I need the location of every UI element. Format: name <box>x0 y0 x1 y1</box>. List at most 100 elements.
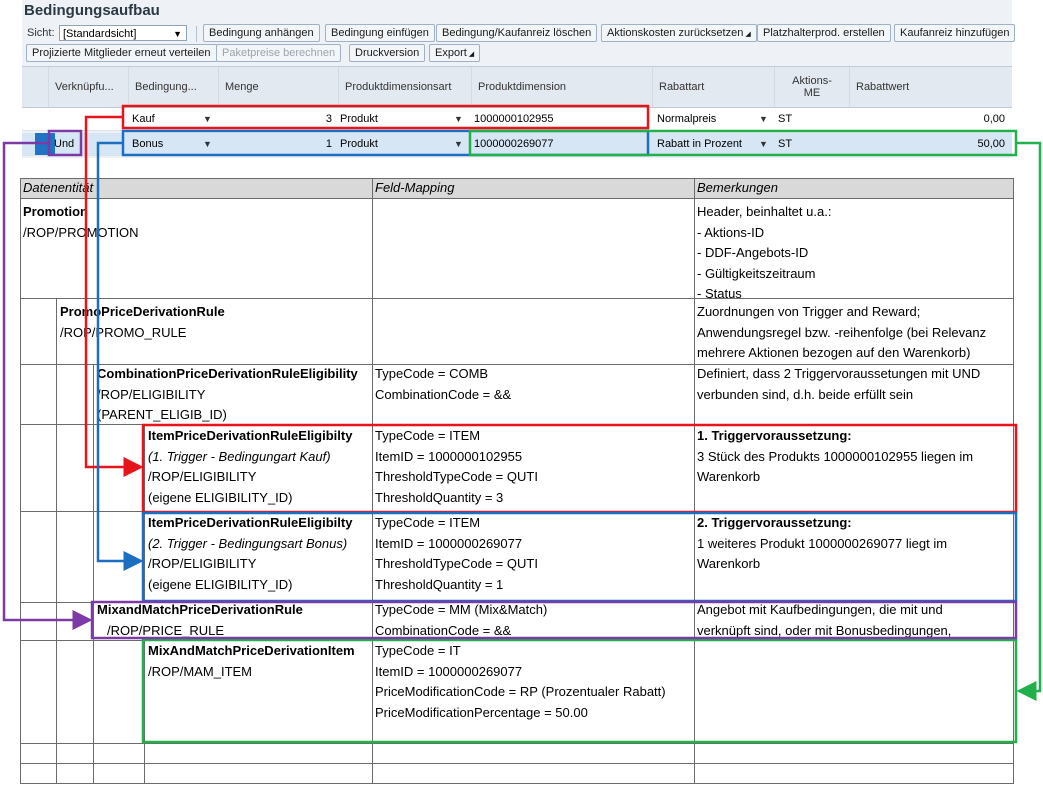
row-quantity[interactable]: 3 <box>222 108 332 130</box>
entity-id: (eigene ELIGIBILITY_ID) <box>148 489 293 505</box>
col-link[interactable]: Verknüpfu... <box>48 67 128 107</box>
col-value[interactable]: Rabattwert <box>849 67 1012 107</box>
entity-note: (1. Trigger - Bedingungart Kauf) <box>148 448 331 464</box>
mapping-line: ItemID = 1000000102955 <box>375 448 523 464</box>
mapping-line: CombinationCode = && <box>375 622 512 638</box>
row-dimension[interactable]: 1000000102955 <box>474 108 644 130</box>
mapping-line: ThresholdTypeCode = QUTI <box>375 469 538 484</box>
append-condition-button[interactable]: Bedingung anhängen <box>203 24 320 42</box>
remark-line: verbunden sind, d.h. beide erfüllt sein <box>697 386 914 402</box>
row-quantity[interactable]: 1 <box>222 133 332 155</box>
entity-id: (PARENT_ELIGIB_ID) <box>97 407 227 422</box>
row-dim-type[interactable]: Produkt <box>340 133 460 155</box>
row-dimension[interactable]: 1000000269077 <box>474 133 644 155</box>
remark-line: mehrere Aktionen bezogen auf den Warenko… <box>697 345 971 360</box>
chevron-down-icon: ▼ <box>173 29 182 39</box>
entity-name: MixAndMatchPriceDerivationItem <box>148 643 355 658</box>
remark-line: 3 Stück des Produkts 1000000102955 liege… <box>697 448 974 464</box>
toolbar-separator <box>196 26 197 42</box>
remarks-mix-match: Angebot mit Kaufbedingungen, die mit und… <box>697 600 951 641</box>
table-row-selected[interactable]: Und Bonus ▼ 1 Produkt ▼ 1000000269077 Ra… <box>22 133 1012 156</box>
header-mapping: Feld-Mapping <box>375 180 455 195</box>
row-value[interactable]: 50,00 <box>852 133 1005 155</box>
entity-name: PromoPriceDerivationRule <box>60 304 225 319</box>
view-select-value: [Standardsicht] <box>63 28 137 40</box>
table-rule <box>56 298 57 784</box>
entity-id: (eigene ELIGIBILITY_ID) <box>148 576 293 592</box>
remark-line: 1 weiteres Produkt 1000000269077 liegt i… <box>697 535 948 551</box>
entity-mam-item: MixAndMatchPriceDerivationItem /ROP/MAM_… <box>148 641 355 682</box>
entity-name: ItemPriceDerivationRuleEligibilty <box>148 428 353 443</box>
view-select[interactable]: [Standardsicht] ▼ <box>59 25 187 41</box>
remark-line: Angebot mit Kaufbedingungen, die mit und <box>697 602 943 617</box>
export-label: Export <box>435 47 467 59</box>
entity-note: (2. Trigger - Bedingungsart Bonus) <box>148 535 348 551</box>
mapping-table: Datenentität Feld-Mapping Bemerkungen Pr… <box>20 178 1014 786</box>
remarks-trigger-2: 2. Triggervoraussetzung: 1 weiteres Prod… <box>697 513 947 575</box>
remark-heading: 1. Triggervoraussetzung: <box>697 428 852 443</box>
col-unit[interactable]: Aktions-ME <box>774 67 849 107</box>
mapping-trigger-2: TypeCode = ITEM ItemID = 1000000269077 T… <box>375 513 538 595</box>
chevron-down-icon: ▼ <box>203 139 212 149</box>
mapping-line: PriceModificationCode = RP (Prozentualer… <box>375 684 666 699</box>
table-rule <box>20 783 1014 784</box>
remark-line: Anwendungsregel bzw. -reihenfolge (bei R… <box>697 324 987 340</box>
table-rule <box>93 364 94 784</box>
mapping-line: ItemID = 1000000269077 <box>375 535 523 551</box>
table-rule <box>20 743 1014 744</box>
menu-indicator-icon: ◢ <box>745 31 751 38</box>
entity-promo-rule: PromoPriceDerivationRule /ROP/PROMO_RULE <box>60 302 225 343</box>
col-dimension[interactable]: Produktdimension <box>471 67 652 107</box>
row-discount-type[interactable]: Rabatt in Prozent <box>657 133 757 155</box>
create-placeholder-button[interactable]: Platzhalterprod. erstellen <box>757 24 891 42</box>
chevron-down-icon: ▼ <box>759 114 768 124</box>
calc-package-prices-button[interactable]: Paketpreise berechnen <box>216 44 342 62</box>
remarks-trigger-1: 1. Triggervoraussetzung: 3 Stück des Pro… <box>697 426 973 488</box>
col-condition[interactable]: Bedingung... <box>128 67 218 107</box>
table-rule <box>694 178 695 784</box>
row-dim-type[interactable]: Produkt <box>340 108 460 130</box>
print-version-button[interactable]: Druckversion <box>349 44 426 62</box>
table-rule <box>372 178 373 784</box>
row-discount-type[interactable]: Normalpreis <box>657 108 757 130</box>
connector-arrow-green <box>1016 141 1042 701</box>
mapping-line: ThresholdTypeCode = QUTI <box>375 556 538 571</box>
mapping-line: PriceModificationPercentage = 50.00 <box>375 704 588 720</box>
mapping-line: TypeCode = COMB <box>375 366 489 381</box>
entity-trigger-2: ItemPriceDerivationRuleEligibilty (2. Tr… <box>148 513 352 595</box>
header-entity: Datenentität <box>23 180 94 195</box>
col-discount-type[interactable]: Rabattart <box>652 67 774 107</box>
mapping-line: TypeCode = IT <box>375 643 461 658</box>
mapping-mam-item: TypeCode = IT ItemID = 1000000269077 Pri… <box>375 641 666 723</box>
row-value[interactable]: 0,00 <box>852 108 1005 130</box>
row-unit[interactable]: ST <box>778 108 818 130</box>
mapping-line: ThresholdQuantity = 1 <box>375 576 504 592</box>
remark-line: - Gültigkeitszeitraum <box>697 265 816 281</box>
remarks-promo-rule: Zuordnungen von Trigger and Reward; Anwe… <box>697 302 986 364</box>
sap-condition-panel: Bedingungsaufbau Sicht: [Standardsicht] … <box>22 0 1016 158</box>
row-link[interactable]: Und <box>54 133 114 155</box>
remarks-promotion: Header, beinhaltet u.a.: - Aktions-ID - … <box>697 202 831 305</box>
row-unit[interactable]: ST <box>778 133 818 155</box>
remark-line: - DDF-Angebots-ID <box>697 245 809 260</box>
table-rule <box>144 424 145 602</box>
entity-table: /ROP/PROMOTION <box>23 224 139 240</box>
chevron-down-icon: ▼ <box>454 114 463 124</box>
col-dim-type[interactable]: Produktdimensionsart <box>338 67 471 107</box>
add-incentive-button[interactable]: Kaufanreiz hinzufügen <box>894 24 1016 42</box>
entity-combination: CombinationPriceDerivationRuleEligibilit… <box>97 364 358 426</box>
redistribute-members-button[interactable]: Projizierte Mitglieder erneut verteilen <box>26 44 217 62</box>
delete-condition-button[interactable]: Bedingung/Kaufanreiz löschen <box>436 24 598 42</box>
entity-mix-match: MixandMatchPriceDerivationRule /ROP/PRIC… <box>97 600 303 641</box>
grid-header: Verknüpfu... Bedingung... Menge Produktd… <box>22 66 1012 108</box>
remark-line: Definiert, dass 2 Triggervoraussetungen … <box>697 366 981 381</box>
export-button[interactable]: Export ◢ <box>429 44 481 62</box>
row-selector[interactable] <box>35 133 55 155</box>
chevron-down-icon: ▼ <box>454 139 463 149</box>
remark-line: - Aktions-ID <box>697 224 765 240</box>
reset-costs-button[interactable]: Aktionskosten zurücksetzen ◢ <box>601 24 757 42</box>
insert-condition-button[interactable]: Bedingung einfügen <box>325 24 435 42</box>
table-row[interactable]: Kauf ▼ 3 Produkt ▼ 1000000102955 Normalp… <box>22 108 1012 131</box>
chevron-down-icon: ▼ <box>203 114 212 124</box>
col-quantity[interactable]: Menge <box>218 67 338 107</box>
